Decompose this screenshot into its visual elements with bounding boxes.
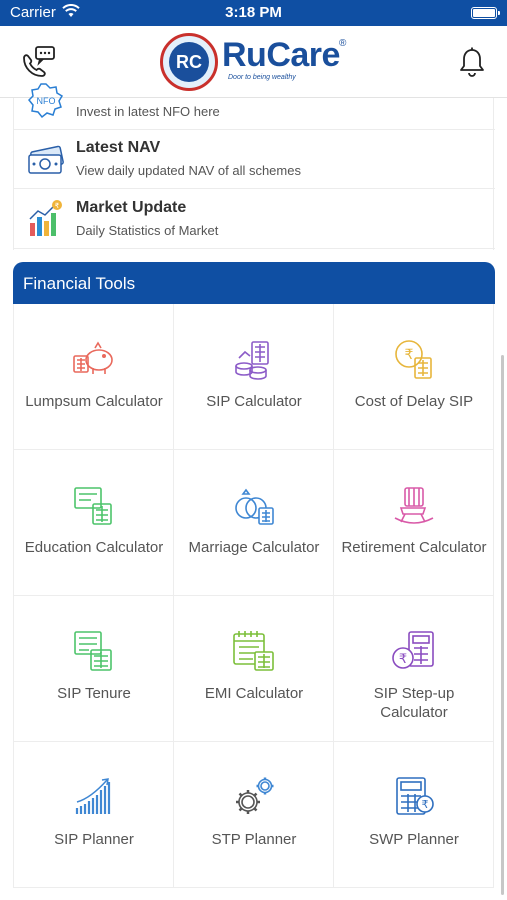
tool-marriage-calculator[interactable]: Marriage Calculator bbox=[174, 450, 334, 596]
tenure-calc-icon bbox=[71, 628, 117, 674]
rupee-calc-icon: ₹ bbox=[391, 628, 437, 674]
tool-label: SIP Planner bbox=[54, 831, 134, 848]
tool-stp-planner[interactable]: STP Planner bbox=[174, 742, 334, 888]
scrollbar[interactable] bbox=[501, 355, 504, 895]
tool-sip-step-up-calculator[interactable]: ₹ SIP Step-up Calculator bbox=[334, 596, 494, 742]
quick-links-list: NFO Invest in latest NFO here Latest NAV… bbox=[13, 83, 495, 250]
growth-chart-icon bbox=[71, 774, 117, 820]
list-item-subtitle: Daily Statistics of Market bbox=[76, 223, 219, 238]
section-title: Financial Tools bbox=[23, 274, 136, 293]
list-item-latest-nav[interactable]: Latest NAV View daily updated NAV of all… bbox=[14, 129, 495, 189]
education-calc-icon bbox=[71, 482, 117, 528]
rings-icon bbox=[231, 482, 277, 528]
list-item-subtitle: View daily updated NAV of all schemes bbox=[76, 163, 301, 178]
rupee-calculator-icon: ₹ bbox=[391, 774, 437, 820]
financial-tools-header: Financial Tools bbox=[13, 262, 495, 304]
piggy-bank-icon bbox=[71, 336, 117, 382]
list-item-market-update[interactable]: ₹ Market Update Daily Statistics of Mark… bbox=[14, 189, 495, 249]
svg-text:₹: ₹ bbox=[405, 347, 414, 363]
svg-text:₹: ₹ bbox=[55, 202, 60, 210]
tool-label: Marriage Calculator bbox=[188, 539, 320, 556]
tool-label: STP Planner bbox=[211, 831, 297, 848]
clock: 3:18 PM bbox=[225, 4, 282, 21]
tool-label: Education Calculator bbox=[24, 539, 164, 556]
svg-text:₹: ₹ bbox=[422, 798, 429, 811]
market-chart-icon: ₹ bbox=[26, 199, 66, 239]
banknote-icon bbox=[26, 139, 66, 179]
tool-education-calculator[interactable]: Education Calculator bbox=[14, 450, 174, 596]
tool-swp-planner[interactable]: ₹ SWP Planner bbox=[334, 742, 494, 888]
financial-tools-grid: Lumpsum Calculator SIP Calculator ₹ Cost… bbox=[13, 304, 495, 888]
rupee-coin-icon: ₹ bbox=[391, 336, 437, 382]
nfo-icon: NFO bbox=[26, 80, 66, 120]
tool-cost-of-delay-sip[interactable]: ₹ Cost of Delay SIP bbox=[334, 304, 494, 450]
battery-icon bbox=[471, 7, 500, 19]
status-bar: Carrier 3:18 PM bbox=[0, 0, 507, 26]
tool-retirement-calculator[interactable]: Retirement Calculator bbox=[334, 450, 494, 596]
svg-text:NFO: NFO bbox=[37, 96, 56, 106]
list-item-nfo[interactable]: NFO Invest in latest NFO here bbox=[14, 70, 495, 130]
rocking-chair-icon bbox=[391, 482, 437, 528]
coins-icon bbox=[231, 336, 277, 382]
tool-sip-planner[interactable]: SIP Planner bbox=[14, 742, 174, 888]
gears-icon bbox=[231, 774, 277, 820]
tool-label: Retirement Calculator bbox=[341, 539, 487, 556]
tool-label: SIP Calculator bbox=[206, 393, 302, 410]
calendar-calc-icon bbox=[231, 628, 277, 674]
tool-label: SIP Step-up Calculator bbox=[373, 685, 455, 721]
tool-label: Cost of Delay SIP bbox=[354, 393, 474, 410]
tool-lumpsum-calculator[interactable]: Lumpsum Calculator bbox=[14, 304, 174, 450]
list-item-subtitle: Invest in latest NFO here bbox=[76, 104, 220, 119]
tool-sip-tenure[interactable]: SIP Tenure bbox=[14, 596, 174, 742]
tool-sip-calculator[interactable]: SIP Calculator bbox=[174, 304, 334, 450]
tool-label: EMI Calculator bbox=[204, 685, 304, 702]
tool-emi-calculator[interactable]: EMI Calculator bbox=[174, 596, 334, 742]
list-item-title: Latest NAV bbox=[76, 139, 161, 156]
registered-mark: ® bbox=[339, 38, 347, 49]
svg-text:₹: ₹ bbox=[399, 652, 407, 667]
tool-label: SWP Planner bbox=[369, 831, 459, 848]
tool-label: Lumpsum Calculator bbox=[25, 393, 163, 410]
tool-label: SIP Tenure bbox=[57, 685, 131, 702]
list-item-title: Market Update bbox=[76, 199, 187, 216]
